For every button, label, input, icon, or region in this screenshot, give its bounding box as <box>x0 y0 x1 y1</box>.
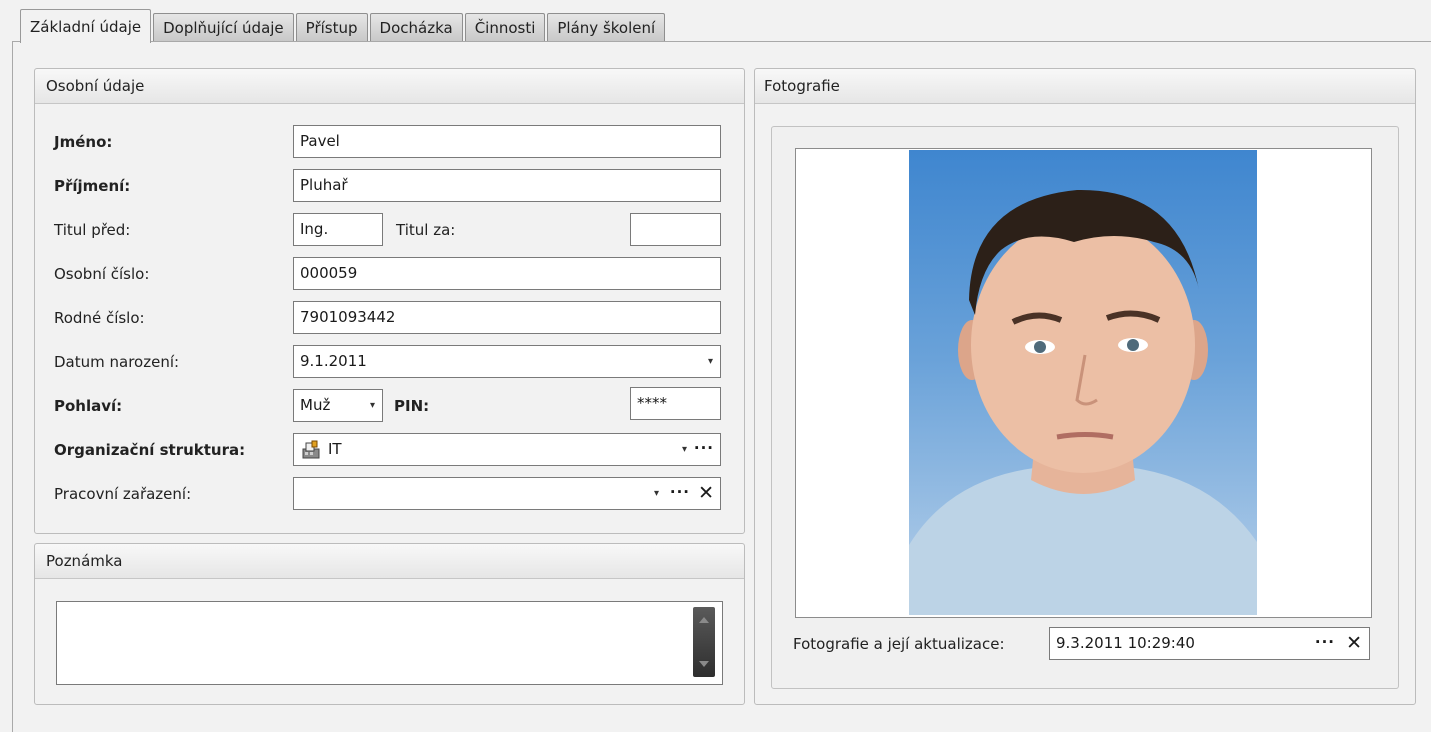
tab-basic-info[interactable]: Základní údaje <box>20 9 152 43</box>
org-structure-select[interactable]: IT ▾ ··· <box>293 433 721 466</box>
birth-number-label: Rodné číslo: <box>54 309 145 327</box>
tab-activities[interactable]: Činnosti <box>464 13 546 42</box>
chevron-down-icon[interactable]: ▾ <box>654 478 659 509</box>
photo-update-value: 9.3.2011 10:29:40 <box>1056 634 1195 652</box>
pin-field[interactable]: **** <box>630 387 721 420</box>
tab-attendance[interactable]: Docházka <box>369 13 463 42</box>
portrait-image <box>909 189 1257 615</box>
birth-number-field[interactable]: 7901093442 <box>293 301 721 334</box>
first-name-field[interactable]: Pavel <box>293 125 721 158</box>
title-after-field[interactable] <box>630 213 721 246</box>
note-title: Poznámka <box>35 544 744 579</box>
chevron-down-icon[interactable]: ▾ <box>370 390 375 421</box>
more-options-icon[interactable]: ··· <box>1315 628 1335 657</box>
birth-date-value: 9.1.2011 <box>300 352 367 370</box>
tab-strip: Základní údaje Doplňující údaje Přístup … <box>20 9 667 43</box>
first-name-label: Jméno: <box>54 133 113 151</box>
close-icon[interactable]: ✕ <box>698 478 714 509</box>
pin-label: PIN: <box>394 397 430 415</box>
personal-number-label: Osobní číslo: <box>54 265 150 283</box>
close-icon[interactable]: ✕ <box>1346 628 1362 659</box>
scroll-down-icon[interactable] <box>693 657 715 671</box>
personal-data-title: Osobní údaje <box>35 69 744 104</box>
note-group: Poznámka <box>34 543 745 705</box>
job-position-select[interactable]: ▾ ··· ✕ <box>293 477 721 510</box>
scroll-up-icon[interactable] <box>693 613 715 627</box>
tab-access[interactable]: Přístup <box>295 13 368 42</box>
last-name-label: Příjmení: <box>54 177 131 195</box>
scrollbar[interactable] <box>693 607 715 677</box>
photo-update-field[interactable]: 9.3.2011 10:29:40 ··· ✕ <box>1049 627 1370 660</box>
tab-training-plans[interactable]: Plány školení <box>547 13 666 42</box>
person-photo <box>909 150 1257 615</box>
tab-additional-info[interactable]: Doplňující údaje <box>153 13 294 42</box>
org-structure-label: Organizační struktura: <box>54 441 246 459</box>
note-textarea[interactable] <box>56 601 723 685</box>
gender-value: Muž <box>300 396 331 414</box>
birth-date-field[interactable]: 9.1.2011 ▾ <box>293 345 721 378</box>
chevron-down-icon[interactable]: ▾ <box>708 346 713 377</box>
title-after-label: Titul za: <box>396 221 456 239</box>
gender-select[interactable]: Muž ▾ <box>293 389 383 422</box>
job-position-label: Pracovní zařazení: <box>54 485 192 503</box>
building-icon <box>302 440 320 459</box>
photo-update-label: Fotografie a její aktualizace: <box>793 635 1005 653</box>
last-name-field[interactable]: Pluhař <box>293 169 721 202</box>
chevron-down-icon[interactable]: ▾ <box>682 434 687 465</box>
photo-title: Fotografie <box>755 69 1415 104</box>
title-before-field[interactable]: Ing. <box>293 213 383 246</box>
title-before-label: Titul před: <box>54 221 131 239</box>
org-structure-value: IT <box>328 440 342 458</box>
birth-date-label: Datum narození: <box>54 353 180 371</box>
more-options-icon[interactable]: ··· <box>694 434 714 463</box>
photo-frame[interactable] <box>795 148 1372 618</box>
more-options-icon[interactable]: ··· <box>670 478 690 507</box>
personal-number-field[interactable]: 000059 <box>293 257 721 290</box>
gender-label: Pohlaví: <box>54 397 123 415</box>
